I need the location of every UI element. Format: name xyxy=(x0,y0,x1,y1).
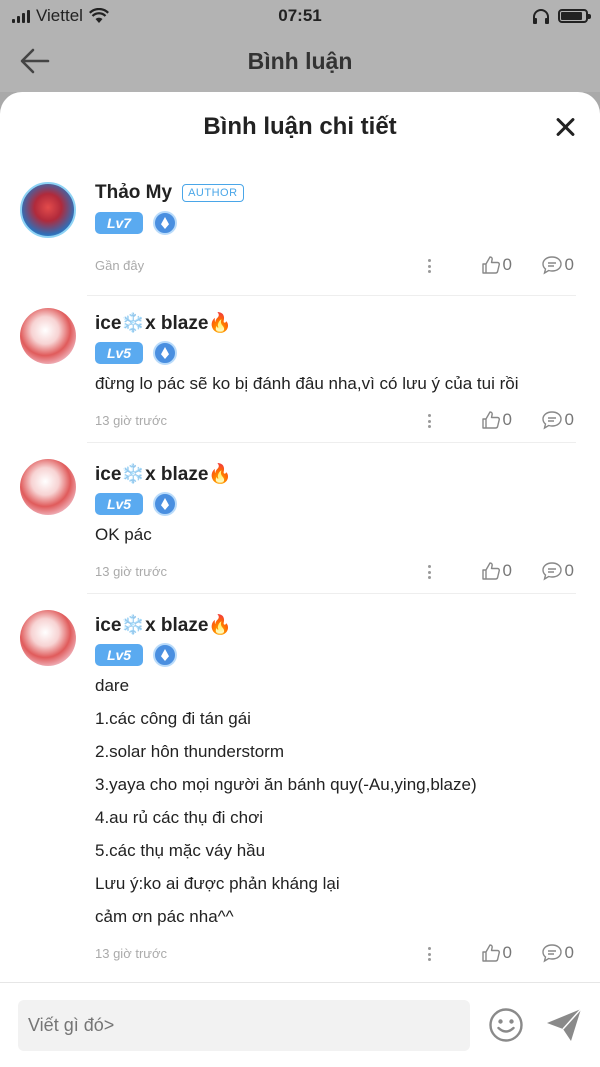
reply-count: 0 xyxy=(564,943,574,962)
like-button[interactable]: 0 xyxy=(481,561,512,581)
background-header: Bình luận xyxy=(0,32,600,92)
more-vertical-icon[interactable] xyxy=(428,259,432,273)
comment-line: Lưu ý:ko ai được phản kháng lại xyxy=(95,874,340,893)
status-bar: Viettel 07:51 xyxy=(0,0,600,32)
name-row: ice❄️x blaze🔥 xyxy=(95,612,574,638)
comment-line: 4.au rủ các thụ đi chơi xyxy=(95,808,264,827)
level-badge: Lv5 xyxy=(95,342,143,364)
thumbs-up-icon xyxy=(481,944,500,962)
comment-bubble-icon xyxy=(541,256,562,275)
comment-input[interactable] xyxy=(18,1000,470,1051)
more-vertical-icon[interactable] xyxy=(428,947,432,961)
comment-text: OK pác xyxy=(95,525,152,544)
rank-icon xyxy=(153,211,177,235)
meta-row: 13 giờ trước 0 0 xyxy=(95,933,574,973)
more-vertical-icon[interactable] xyxy=(428,565,432,579)
author-badge: AUTHOR xyxy=(182,184,244,202)
comment-item: ice❄️x blaze🔥 Lv5 đừng lo pác sẽ ko bị đ… xyxy=(0,296,600,440)
comment-bubble-icon xyxy=(541,562,562,581)
comment-text: đừng lo pác sẽ ko bị đánh đâu nha,vì có … xyxy=(95,374,519,393)
username[interactable]: Thảo My xyxy=(95,182,172,204)
reply-button[interactable]: 0 xyxy=(541,410,574,430)
level-badge: Lv7 xyxy=(95,212,143,234)
page-title: Bình luận xyxy=(247,48,353,74)
avatar[interactable] xyxy=(20,459,76,515)
comment-bubble-icon xyxy=(541,944,562,963)
status-time: 07:51 xyxy=(278,6,322,25)
name-row: Thảo My AUTHOR xyxy=(95,180,574,206)
rank-icon xyxy=(153,492,177,516)
comment-line: 1.các công đi tán gái xyxy=(95,709,251,728)
badge-row: Lv5 xyxy=(95,492,574,516)
username[interactable]: ice❄️x blaze🔥 xyxy=(95,462,232,486)
thumbs-up-icon xyxy=(481,256,500,274)
avatar[interactable] xyxy=(20,182,76,238)
meta-row: 13 giờ trước 0 0 xyxy=(95,551,574,591)
reply-count: 0 xyxy=(564,561,574,580)
rank-icon xyxy=(153,341,177,365)
sheet-title: Bình luận chi tiết xyxy=(203,113,397,140)
badge-row: Lv5 xyxy=(95,341,574,365)
comment-line: dare xyxy=(95,676,130,695)
name-row: ice❄️x blaze🔥 xyxy=(95,461,574,487)
rank-icon xyxy=(153,643,177,667)
meta-row: Gần đây 0 0 xyxy=(95,245,574,285)
username[interactable]: ice❄️x blaze🔥 xyxy=(95,613,232,637)
like-button[interactable]: 0 xyxy=(481,943,512,963)
reply-count: 0 xyxy=(564,255,574,274)
comment-detail-sheet: Bình luận chi tiết Thảo My AUTHOR Lv7 Gầ… xyxy=(0,92,600,1067)
like-count: 0 xyxy=(502,410,512,429)
avatar[interactable] xyxy=(20,610,76,666)
like-count: 0 xyxy=(502,255,512,274)
level-badge: Lv5 xyxy=(95,493,143,515)
reply-count: 0 xyxy=(564,410,574,429)
meta-row: 13 giờ trước 0 0 xyxy=(95,400,574,440)
name-row: ice❄️x blaze🔥 xyxy=(95,310,574,336)
comment-body: dare 1.các công đi tán gái 2.solar hôn t… xyxy=(95,669,574,933)
comment-line: cảm ơn pác nha^^ xyxy=(95,907,234,926)
reply-button[interactable]: 0 xyxy=(541,561,574,581)
sheet-header: Bình luận chi tiết xyxy=(0,92,600,162)
more-vertical-icon[interactable] xyxy=(428,414,432,428)
reply-button[interactable]: 0 xyxy=(541,943,574,963)
comment-item: Thảo My AUTHOR Lv7 Gần đây 0 0 xyxy=(0,162,600,285)
thumbs-up-icon xyxy=(481,411,500,429)
reply-button[interactable]: 0 xyxy=(541,255,574,275)
comment-line: 2.solar hôn thunderstorm xyxy=(95,742,284,761)
like-button[interactable]: 0 xyxy=(481,410,512,430)
paper-plane-icon[interactable] xyxy=(545,1007,583,1043)
avatar[interactable] xyxy=(20,308,76,364)
close-icon[interactable] xyxy=(554,116,576,138)
battery-icon xyxy=(558,9,591,23)
comment-bubble-icon xyxy=(541,411,562,430)
comment-line: 3.yaya cho mọi người ăn bánh quy(-Au,yin… xyxy=(95,775,477,794)
comment-input-bar xyxy=(0,982,600,1067)
like-count: 0 xyxy=(502,561,512,580)
smiley-icon[interactable] xyxy=(488,1007,524,1043)
comment-line: 5.các thụ mặc váy hầu xyxy=(95,841,266,860)
thumbs-up-icon xyxy=(481,562,500,580)
level-badge: Lv5 xyxy=(95,644,143,666)
like-button[interactable]: 0 xyxy=(481,255,512,275)
badge-row: Lv5 xyxy=(95,643,574,667)
badge-row: Lv7 xyxy=(95,211,574,235)
comment-item: ice❄️x blaze🔥 Lv5 dare 1.các công đi tán… xyxy=(0,594,600,973)
username[interactable]: ice❄️x blaze🔥 xyxy=(95,311,232,335)
like-count: 0 xyxy=(502,943,512,962)
comment-item: ice❄️x blaze🔥 Lv5 OK pác 13 giờ trước 0 … xyxy=(0,443,600,591)
